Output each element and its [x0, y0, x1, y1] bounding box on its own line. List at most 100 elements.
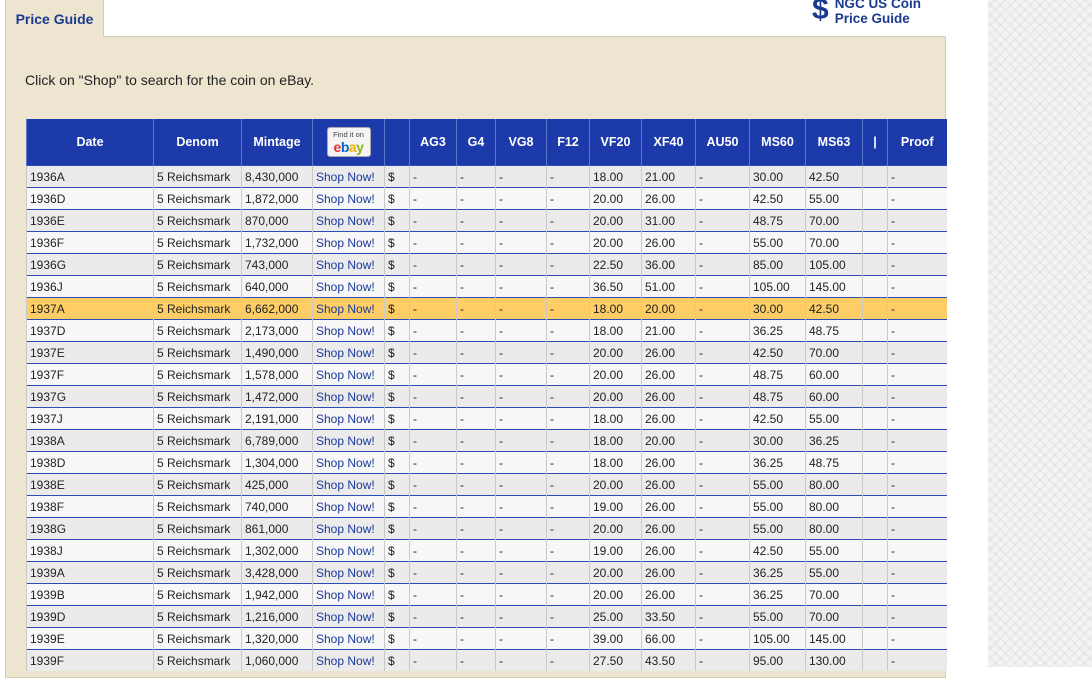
col-header-date[interactable]: Date — [26, 119, 154, 166]
shop-now-link[interactable]: Shop Now! — [312, 495, 385, 518]
col-header-f12[interactable]: F12 — [546, 119, 590, 166]
shop-now-link[interactable]: Shop Now! — [312, 275, 385, 298]
cell-vg8: - — [495, 429, 547, 452]
cell-ms60: 36.25 — [749, 319, 806, 342]
cell-ms60: 36.25 — [749, 451, 806, 474]
cell-sep — [862, 275, 888, 298]
shop-now-link[interactable]: Shop Now! — [312, 165, 385, 188]
table-row: 1937D 5 Reichsmark 2,173,000 Shop Now! $ - - - -… — [26, 319, 947, 342]
table-row: 1938G 5 Reichsmark 861,000 Shop Now! $ - - - -20… — [26, 517, 947, 540]
shop-now-link[interactable]: Shop Now! — [312, 253, 385, 276]
shop-now-link[interactable]: Shop Now! — [312, 231, 385, 254]
cell-vg8: - — [495, 209, 547, 232]
cell-xf40: 20.00 — [641, 429, 696, 452]
col-header-mintage[interactable]: Mintage — [241, 119, 313, 166]
cell-sep — [862, 649, 888, 671]
currency-cell: $ — [384, 429, 410, 452]
cell-ms63: 55.00 — [805, 407, 863, 430]
col-header-ms60[interactable]: MS60 — [749, 119, 806, 166]
cell-ag3: - — [409, 451, 457, 474]
shop-now-link[interactable]: Shop Now! — [312, 517, 385, 540]
ngc-price-guide-logo[interactable]: $ NGC US Coin Price Guide — [812, 0, 921, 27]
cell-xf40: 26.00 — [641, 385, 696, 408]
table-row: 1939B 5 Reichsmark 1,942,000 Shop Now! $ - - - -… — [26, 583, 947, 606]
cell-f12: - — [546, 165, 590, 188]
cell-proof: - — [887, 253, 947, 276]
shop-now-link[interactable]: Shop Now! — [312, 429, 385, 452]
cell-g4: - — [456, 187, 496, 210]
col-header-vg8[interactable]: VG8 — [495, 119, 547, 166]
cell-vg8: - — [495, 495, 547, 518]
cell-sep — [862, 165, 888, 188]
shop-now-link[interactable]: Shop Now! — [312, 385, 385, 408]
cell-f12: - — [546, 363, 590, 386]
col-header-denom[interactable]: Denom — [153, 119, 242, 166]
shop-now-link[interactable]: Shop Now! — [312, 187, 385, 210]
shop-now-link[interactable]: Shop Now! — [312, 627, 385, 650]
cell-ms60: 36.25 — [749, 561, 806, 584]
cell-date: 1937E — [26, 341, 154, 364]
shop-now-link[interactable]: Shop Now! — [312, 451, 385, 474]
currency-cell: $ — [384, 385, 410, 408]
cell-g4: - — [456, 341, 496, 364]
ebay-logo-icon[interactable]: Find it on ebay — [326, 127, 371, 157]
cell-au50: - — [695, 275, 750, 298]
cell-sep — [862, 561, 888, 584]
col-header-xf40[interactable]: XF40 — [641, 119, 696, 166]
shop-now-link[interactable]: Shop Now! — [312, 539, 385, 562]
currency-cell: $ — [384, 275, 410, 298]
shop-now-link[interactable]: Shop Now! — [312, 473, 385, 496]
cell-au50: - — [695, 473, 750, 496]
cell-proof: - — [887, 495, 947, 518]
cell-vf20: 20.00 — [589, 473, 642, 496]
cell-vf20: 20.00 — [589, 363, 642, 386]
col-header-g4[interactable]: G4 — [456, 119, 496, 166]
shop-now-link[interactable]: Shop Now! — [312, 583, 385, 606]
col-header-ag3[interactable]: AG3 — [409, 119, 457, 166]
shop-now-link[interactable]: Shop Now! — [312, 297, 385, 320]
shop-now-link[interactable]: Shop Now! — [312, 407, 385, 430]
cell-vg8: - — [495, 275, 547, 298]
shop-now-link[interactable]: Shop Now! — [312, 341, 385, 364]
ebay-letter: y — [356, 139, 364, 155]
cell-vg8: - — [495, 187, 547, 210]
shop-now-link[interactable]: Shop Now! — [312, 561, 385, 584]
cell-f12: - — [546, 495, 590, 518]
col-header-au50[interactable]: AU50 — [695, 119, 750, 166]
col-header-ms63[interactable]: MS63 — [805, 119, 863, 166]
shop-now-link[interactable]: Shop Now! — [312, 605, 385, 628]
cell-vf20: 20.00 — [589, 561, 642, 584]
cell-ag3: - — [409, 627, 457, 650]
cell-sep — [862, 605, 888, 628]
shop-now-link[interactable]: Shop Now! — [312, 209, 385, 232]
cell-ms60: 55.00 — [749, 495, 806, 518]
col-header-vf20[interactable]: VF20 — [589, 119, 642, 166]
shop-now-link[interactable]: Shop Now! — [312, 649, 385, 671]
cell-ag3: - — [409, 495, 457, 518]
cell-mintage: 3,428,000 — [241, 561, 313, 584]
cell-denom: 5 Reichsmark — [153, 385, 242, 408]
col-header-proof[interactable]: Proof — [887, 119, 947, 166]
cell-vg8: - — [495, 649, 547, 671]
cell-denom: 5 Reichsmark — [153, 297, 242, 320]
table-row: 1939E 5 Reichsmark 1,320,000 Shop Now! $ - - - -… — [26, 627, 947, 650]
shop-now-link[interactable]: Shop Now! — [312, 363, 385, 386]
cell-au50: - — [695, 429, 750, 452]
cell-ms60: 55.00 — [749, 605, 806, 628]
cell-mintage: 1,320,000 — [241, 627, 313, 650]
cell-mintage: 743,000 — [241, 253, 313, 276]
logo-line-2: Price Guide — [834, 11, 910, 26]
cell-proof: - — [887, 187, 947, 210]
cell-g4: - — [456, 363, 496, 386]
cell-proof: - — [887, 209, 947, 232]
cell-vf20: 39.00 — [589, 627, 642, 650]
cell-ag3: - — [409, 275, 457, 298]
shop-now-link[interactable]: Shop Now! — [312, 319, 385, 342]
cell-proof: - — [887, 407, 947, 430]
cell-proof: - — [887, 341, 947, 364]
tab-price-guide[interactable]: Price Guide — [5, 0, 104, 37]
cell-ag3: - — [409, 583, 457, 606]
cell-vf20: 18.00 — [589, 451, 642, 474]
table-row: 1938E 5 Reichsmark 425,000 Shop Now! $ - - - -20… — [26, 473, 947, 496]
cell-f12: - — [546, 627, 590, 650]
